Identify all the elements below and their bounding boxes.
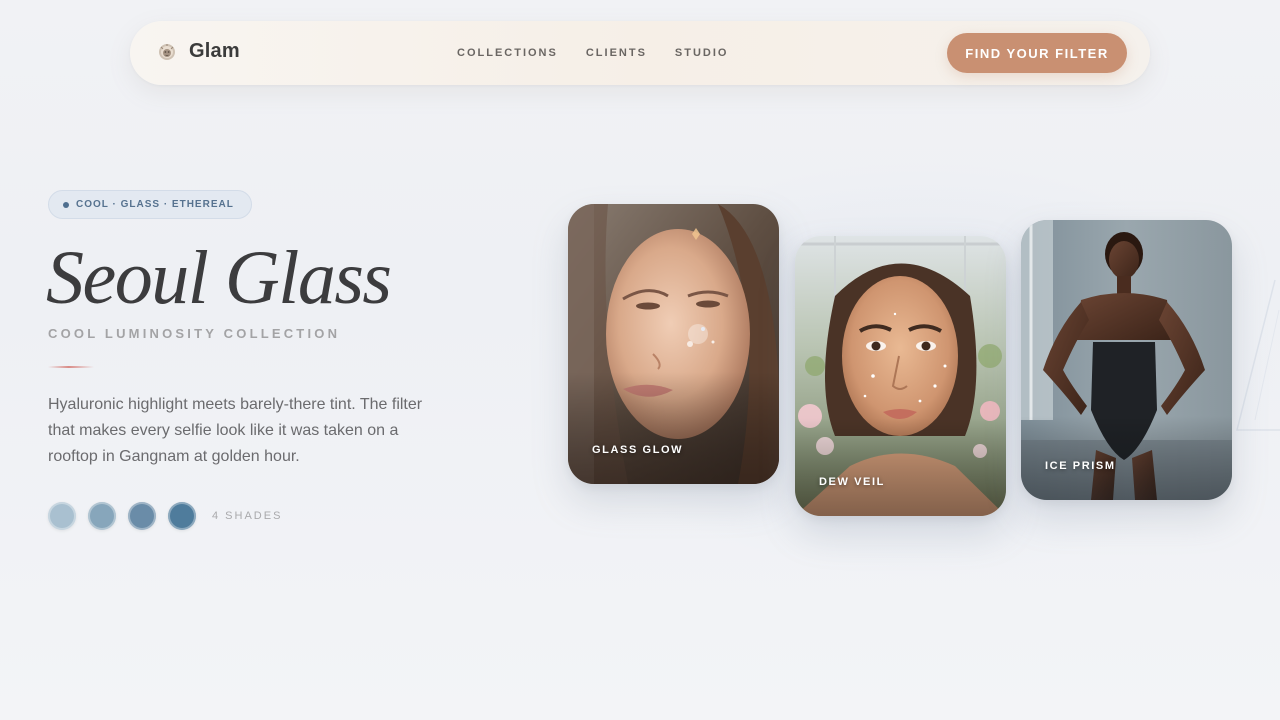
brand-name: Glam [189,40,240,62]
ice-prism-portrait-image [1021,220,1232,500]
shade-swatch-2[interactable] [88,502,116,530]
hero-description: Hyaluronic highlight meets barely-there … [48,396,423,465]
filter-card-glass-glow[interactable]: GLASS GLOW [568,204,779,484]
nav-links: COLLECTIONS CLIENTS STUDIO [457,47,756,59]
collection-tag-text: COOL · GLASS · ETHEREAL [76,199,234,210]
nav-link-collections[interactable]: COLLECTIONS [457,47,558,59]
filter-card-ice-prism[interactable]: ICE PRISM [1021,220,1232,500]
card-label-dew-veil: DEW VEIL [819,476,885,488]
hero-subtitle: COOL LUMINOSITY COLLECTION [48,326,341,341]
card-label-ice-prism: ICE PRISM [1045,460,1116,472]
shades-count-label: 4 SHADES [212,510,283,522]
shade-swatches: 4 SHADES [48,502,282,530]
tag-dot [63,201,69,208]
card-label-glass-glow: GLASS GLOW [592,444,684,456]
glass-glow-portrait-image [568,204,779,484]
shade-swatch-1[interactable] [48,502,76,530]
dew-veil-portrait-image [795,236,1006,516]
shade-swatch-4[interactable] [168,502,196,530]
brand-logo[interactable]: Glam [158,40,240,63]
lion-crest-icon [159,43,175,60]
collection-tag-pill: COOL · GLASS · ETHEREAL [48,190,252,219]
find-your-filter-button[interactable]: FIND YOUR FILTER [947,33,1127,73]
nav-link-clients[interactable]: CLIENTS [586,47,647,59]
shade-swatch-3[interactable] [128,502,156,530]
hero-title: Seoul Glass [46,236,392,320]
accent-divider [48,366,94,368]
nav-link-studio[interactable]: STUDIO [675,47,729,59]
filter-card-dew-veil[interactable]: DEW VEIL [795,236,1006,516]
top-navbar: Glam COLLECTIONS CLIENTS STUDIO FIND YOU… [130,21,1150,85]
